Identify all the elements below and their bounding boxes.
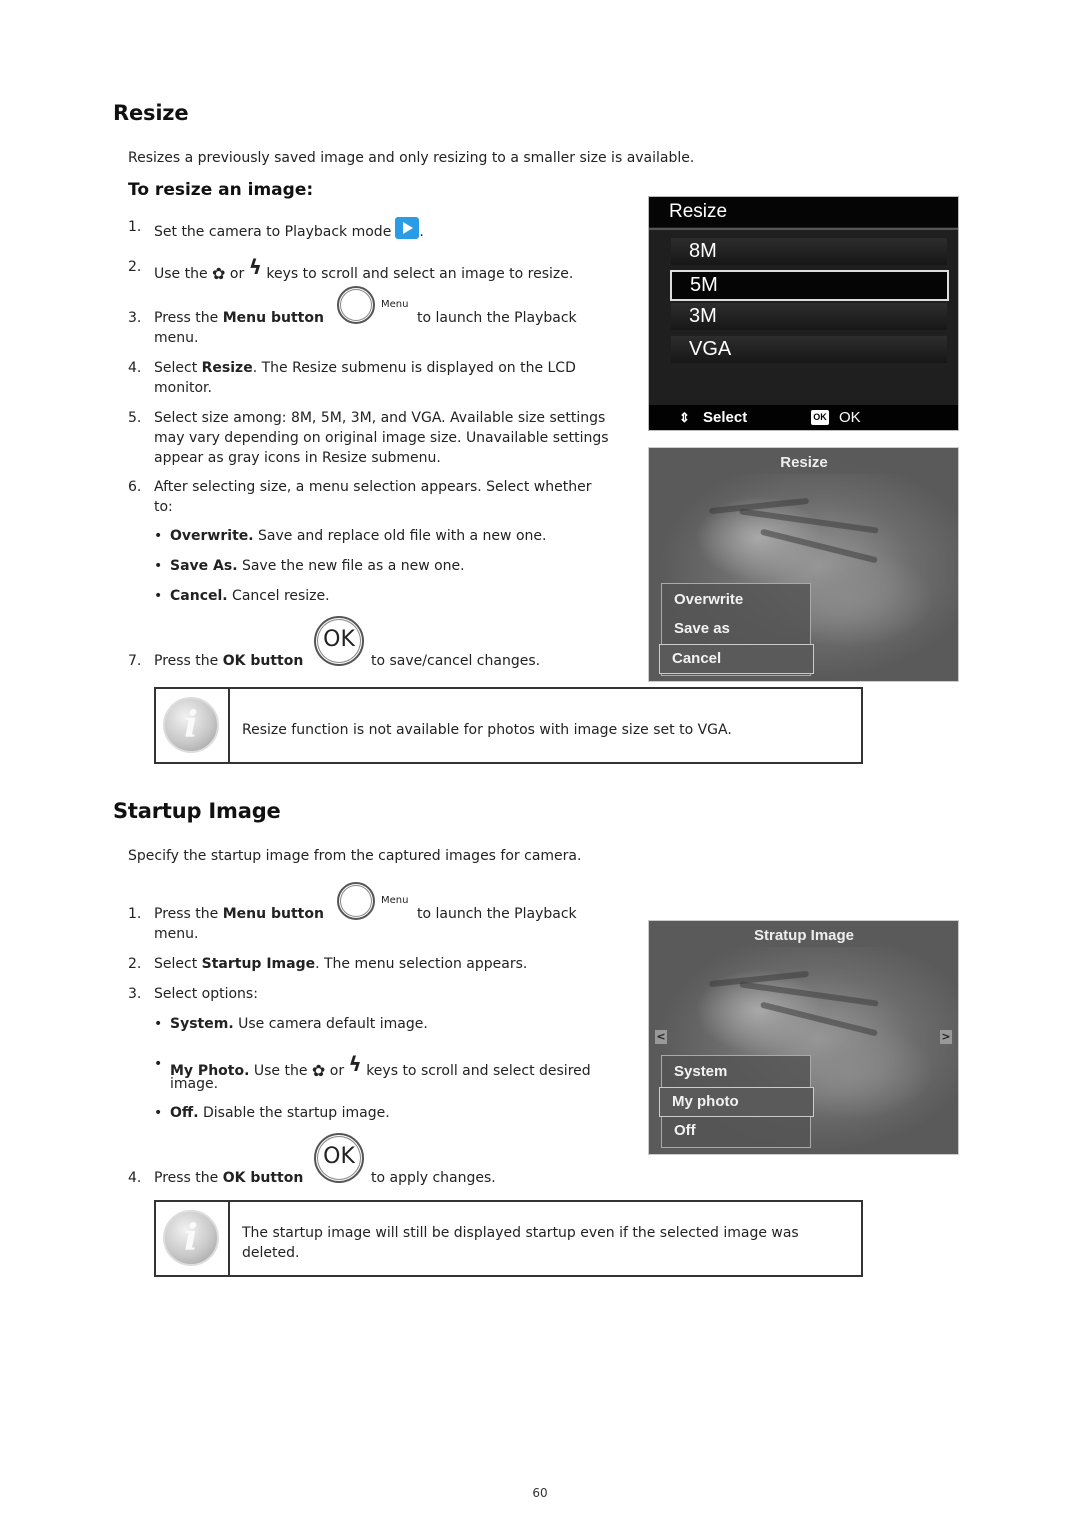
popup-option-cancel-selected[interactable]: Cancel: [659, 644, 814, 674]
resize-intro: Resizes a previously saved image and onl…: [128, 150, 695, 166]
popup-option-save-as[interactable]: Save as: [662, 615, 810, 643]
menu-button-icon: [337, 286, 375, 324]
lcd-popup-title: Resize: [659, 452, 949, 474]
lcd-footer: ⇕ Select OK OK: [649, 405, 958, 430]
popup-option-my-photo-selected[interactable]: My photo: [659, 1087, 814, 1117]
resize-step-5: 5. Select size among: 8M, 5M, 3M, and VG…: [128, 410, 609, 466]
info-icon: i: [163, 697, 219, 753]
resize-step-6: 6. After selecting size, a menu selectio…: [128, 479, 592, 515]
menu-button-label: Menu: [381, 895, 409, 906]
playback-mode-icon: [395, 217, 420, 239]
section-heading-resize: Resize: [113, 101, 189, 125]
info-icon: i: [163, 1210, 219, 1266]
menu-button-label: Menu: [381, 299, 409, 310]
startup-intro: Specify the startup image from the captu…: [128, 848, 582, 864]
resize-popup-menu: Overwrite Save as Cancel: [659, 583, 814, 676]
resize-note-text: Resize function is not available for pho…: [242, 722, 732, 738]
resize-note: i Resize function is not available for p…: [154, 687, 863, 764]
page-number: 60: [532, 1486, 548, 1500]
lcd-title: Resize: [649, 197, 958, 227]
startup-option-my-photo: • My Photo. Use the ✿ or ϟ keys to scrol…: [154, 1052, 591, 1092]
prev-arrow-icon[interactable]: <: [655, 1030, 667, 1044]
next-arrow-icon[interactable]: >: [940, 1030, 952, 1044]
lcd-resize-menu: Resize 8M 5M 3M VGA ⇕ Select OK OK: [648, 196, 959, 431]
menu-button-icon: [337, 882, 375, 920]
lcd-popup-title: Stratup Image: [659, 925, 949, 947]
macro-key-icon: ✿: [311, 1061, 326, 1080]
flash-key-icon: ϟ: [248, 255, 262, 279]
ok-badge-icon: OK: [811, 410, 829, 425]
resize-subheading: To resize an image:: [128, 180, 314, 200]
lcd-option-vga[interactable]: VGA: [671, 336, 947, 363]
ok-button-icon: OK: [314, 1133, 364, 1183]
section-heading-startup-image: Startup Image: [113, 799, 281, 823]
resize-step-7: 7. Press the OK button to save/cancel ch…: [128, 653, 541, 669]
lcd-divider: [649, 228, 958, 230]
lcd-startup-image-screen: Stratup Image < > System My photo Off: [648, 920, 959, 1155]
popup-option-overwrite[interactable]: Overwrite: [662, 586, 810, 614]
popup-option-off[interactable]: Off: [662, 1117, 810, 1145]
lcd-option-8m[interactable]: 8M: [671, 238, 947, 265]
startup-step-4: 4. Press the OK button to apply changes.: [128, 1170, 496, 1186]
lcd-option-5m-selected[interactable]: 5M: [670, 270, 949, 301]
lcd-option-3m[interactable]: 3M: [671, 303, 947, 330]
resize-step-4: 4. Select Resize. The Resize submenu is …: [128, 360, 576, 396]
lcd-resize-confirm-screen: Resize Overwrite Save as Cancel: [648, 447, 959, 682]
startup-note: i The startup image will still be displa…: [154, 1200, 863, 1277]
startup-note-text: The startup image will still be displaye…: [242, 1225, 799, 1261]
ok-button-icon: OK: [314, 616, 364, 666]
startup-popup-menu: System My photo Off: [659, 1055, 814, 1148]
macro-key-icon: ✿: [212, 264, 226, 283]
updown-arrow-icon: ⇕: [679, 410, 690, 425]
flash-key-icon: ϟ: [348, 1052, 362, 1076]
popup-option-system[interactable]: System: [662, 1058, 810, 1086]
